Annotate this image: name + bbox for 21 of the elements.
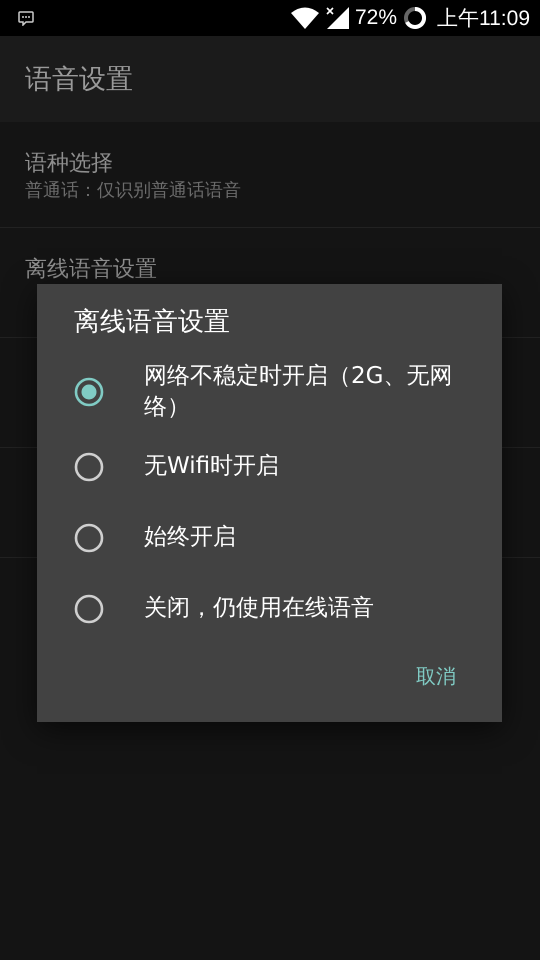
- cancel-button[interactable]: 取消: [408, 655, 464, 698]
- message-icon: [18, 10, 34, 26]
- setting-item[interactable]: 语种选择 普通话：仅识别普通话语音: [0, 122, 540, 228]
- radio-option[interactable]: 关闭，仍使用在线语音: [37, 573, 404, 644]
- screen-title: 语音设置: [25, 63, 133, 97]
- signal-icon: [324, 7, 349, 29]
- radio-button[interactable]: [74, 452, 104, 482]
- radio-button[interactable]: [74, 522, 104, 552]
- battery-percent: 72%: [354, 6, 397, 30]
- setting-title: 语种选择: [25, 150, 113, 178]
- radio-option[interactable]: 网络不稳定时开启（2G、无网络）: [37, 353, 502, 431]
- radio-option[interactable]: 无Wifi时开启: [37, 431, 310, 502]
- radio-option[interactable]: 始终开启: [37, 502, 266, 573]
- radio-button[interactable]: [74, 377, 104, 407]
- wifi-icon: [290, 7, 319, 29]
- clock-time: 上午11:09: [437, 6, 530, 32]
- battery-icon: [403, 6, 427, 30]
- dialog-title: 离线语音设置: [74, 306, 231, 339]
- radio-button[interactable]: [74, 594, 104, 624]
- setting-title: 离线语音设置: [25, 256, 157, 284]
- setting-summary: 普通话：仅识别普通话语音: [25, 178, 241, 202]
